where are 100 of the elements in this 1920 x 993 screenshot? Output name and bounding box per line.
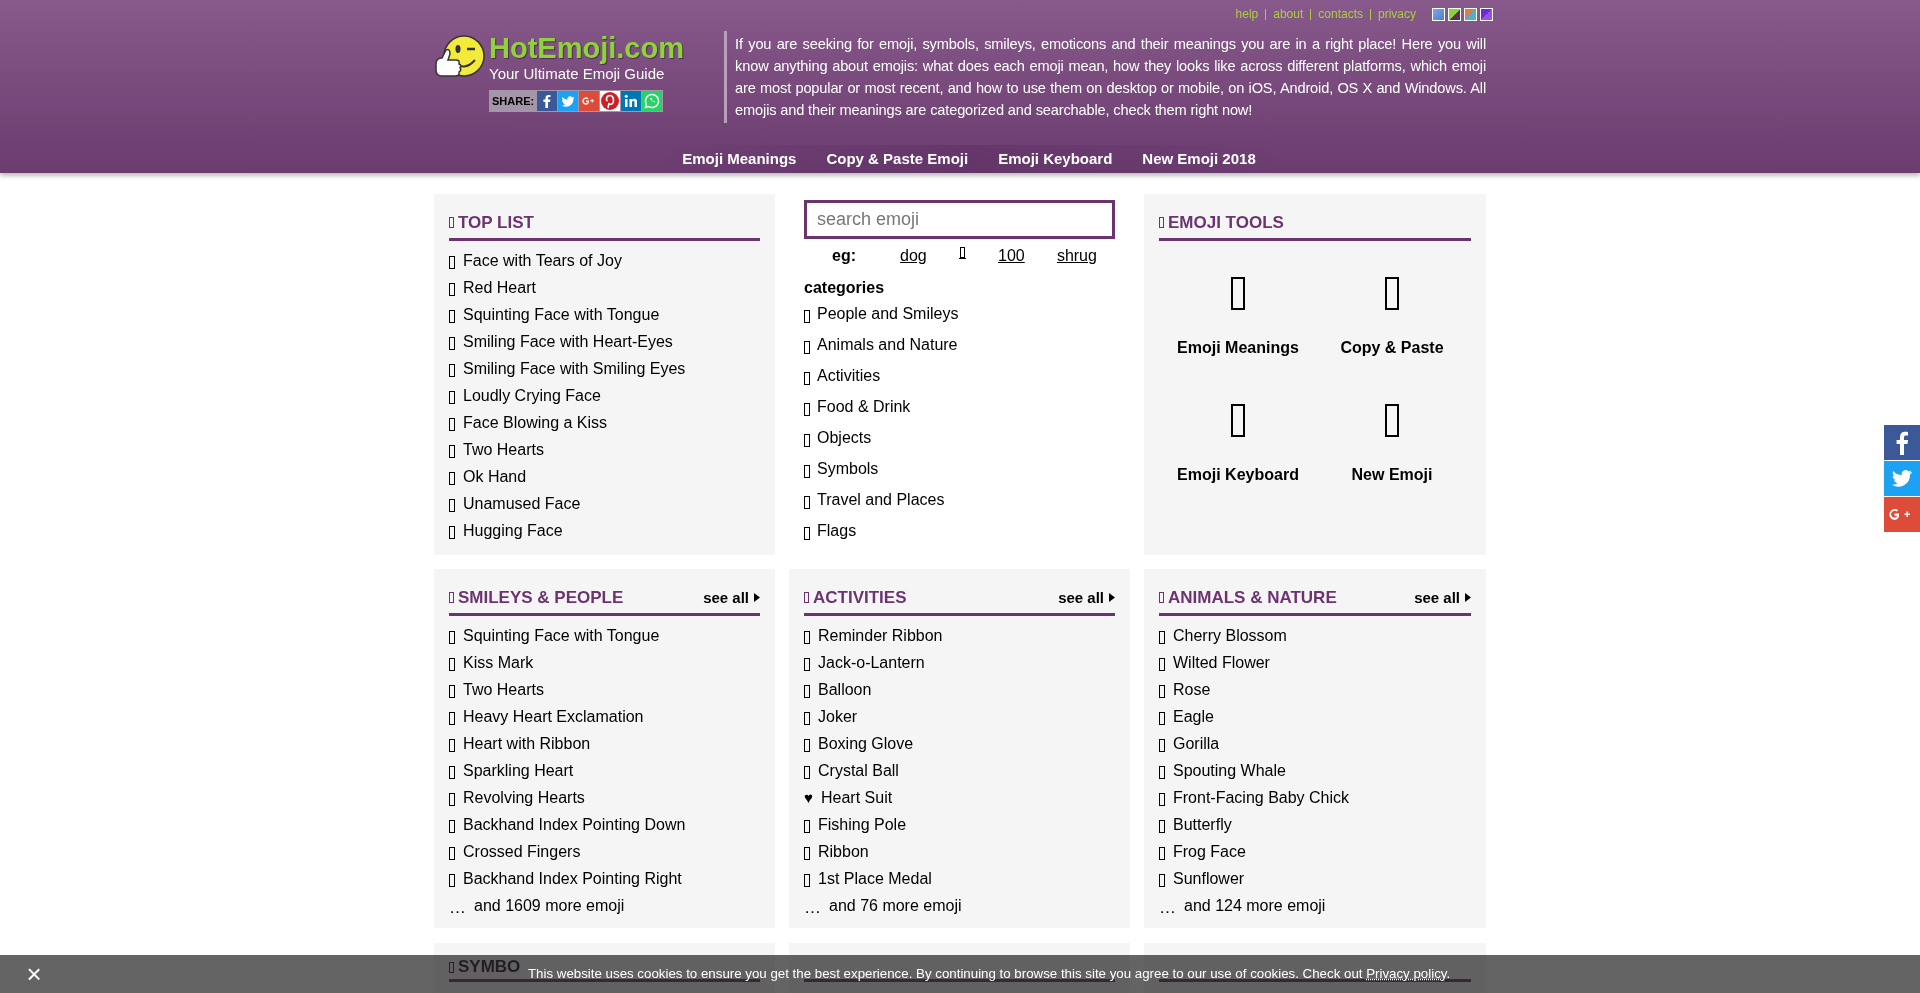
category-link[interactable]: Objects	[817, 426, 872, 450]
category-link[interactable]: People and Smileys	[817, 302, 959, 326]
nav-link[interactable]: Emoji Keyboard	[998, 147, 1113, 171]
emoji-link[interactable]: Heart with Ribbon	[463, 732, 591, 756]
emoji-link[interactable]: Backhand Index Pointing Right	[463, 867, 682, 891]
see-all-link[interactable]: see all	[1058, 586, 1115, 609]
emoji-link[interactable]: Crystal Ball	[818, 759, 899, 783]
facebook-icon[interactable]	[537, 91, 558, 111]
emoji-link[interactable]: Ribbon	[818, 840, 869, 864]
emoji-link[interactable]: Hugging Face	[463, 519, 563, 543]
emoji-link[interactable]: Fishing Pole	[818, 813, 907, 837]
emoji-link[interactable]: Rose	[1173, 678, 1211, 702]
emoji-link[interactable]: Front-Facing Baby Chick	[1173, 786, 1350, 810]
caret-icon	[1465, 593, 1471, 603]
category-link[interactable]: Animals and Nature	[817, 333, 958, 357]
emoji-link[interactable]: Kiss Mark	[463, 651, 534, 675]
missing-glyph-icon	[449, 592, 454, 604]
missing-glyph-icon	[804, 433, 810, 447]
twitter-share-icon[interactable]	[1884, 461, 1920, 496]
theme-button[interactable]	[1448, 7, 1461, 21]
missing-glyph-icon	[1159, 217, 1164, 229]
example-link[interactable]: 100	[998, 244, 1025, 268]
emoji-link[interactable]: Joker	[818, 705, 858, 729]
tool-link[interactable]: New Emoji	[1315, 403, 1469, 487]
emoji-link[interactable]: Crossed Fingers	[463, 840, 581, 864]
missing-glyph-icon	[804, 820, 810, 833]
missing-glyph-icon	[1159, 874, 1165, 887]
categories-heading: categories	[804, 278, 886, 298]
google-plus-share-icon[interactable]	[1884, 497, 1920, 532]
heart-suit-symbol: ♥	[804, 787, 811, 808]
category-link[interactable]: Symbols	[817, 457, 879, 481]
nav-link[interactable]: New Emoji 2018	[1142, 147, 1256, 171]
emoji-link[interactable]: Balloon	[818, 678, 872, 702]
missing-glyph-icon	[804, 847, 810, 860]
emoji-link[interactable]: Smiling Face with Heart-Eyes	[463, 330, 673, 354]
emoji-link[interactable]: Two Hearts	[463, 678, 544, 702]
emoji-link[interactable]: Reminder Ribbon	[818, 624, 943, 648]
emoji-link[interactable]: Squinting Face with Tongue	[463, 624, 660, 648]
whatsapp-icon[interactable]	[642, 91, 663, 111]
more-emoji-link[interactable]: and 124 more emoji	[1184, 894, 1326, 918]
more-emoji-link[interactable]: and 76 more emoji	[829, 894, 962, 918]
missing-glyph-icon	[1159, 631, 1165, 644]
emoji-link[interactable]: Face Blowing a Kiss	[463, 411, 608, 435]
emoji-link[interactable]: Squinting Face with Tongue	[463, 303, 660, 327]
close-button[interactable]: ×	[22, 960, 46, 988]
emoji-link[interactable]: Unamused Face	[463, 492, 581, 516]
emoji-link[interactable]: Smiling Face with Smiling Eyes	[463, 357, 686, 381]
emoji-link[interactable]: Butterfly	[1173, 813, 1232, 837]
theme-button[interactable]	[1480, 7, 1493, 21]
facebook-share-icon[interactable]	[1884, 425, 1920, 460]
google-plus-icon[interactable]	[579, 91, 600, 111]
emoji-link[interactable]: Eagle	[1173, 705, 1214, 729]
nav-link[interactable]: Copy & Paste Emoji	[826, 147, 969, 171]
missing-glyph-icon	[449, 445, 455, 458]
missing-glyph-icon	[449, 793, 455, 806]
pinterest-icon[interactable]	[600, 91, 621, 111]
emoji-link[interactable]: Gorilla	[1173, 732, 1220, 756]
emoji-link[interactable]: Sunflower	[1173, 867, 1245, 891]
see-all-link[interactable]: see all	[1414, 586, 1471, 609]
emoji-link[interactable]: Heart Suit	[821, 786, 893, 810]
examples-label: eg:	[831, 246, 857, 266]
emoji-link[interactable]: Boxing Glove	[818, 732, 914, 756]
emoji-link[interactable]: Cherry Blossom	[1173, 624, 1287, 648]
example-link[interactable]: shrug	[1056, 244, 1097, 268]
nav-link[interactable]: Emoji Meanings	[682, 147, 797, 171]
emoji-link[interactable]: Sparkling Heart	[463, 759, 574, 783]
emoji-link[interactable]: Backhand Index Pointing Down	[463, 813, 686, 837]
missing-glyph-icon	[1159, 592, 1164, 604]
emoji-link[interactable]: Wilted Flower	[1173, 651, 1270, 675]
example-link[interactable]: dog	[900, 244, 927, 268]
theme-button[interactable]	[1464, 7, 1477, 21]
twitter-icon[interactable]	[558, 91, 579, 111]
see-all-link[interactable]: see all	[703, 586, 760, 609]
missing-glyph-icon	[449, 526, 455, 539]
category-link[interactable]: Activities	[817, 364, 881, 388]
category-link[interactable]: Travel and Places	[817, 488, 945, 512]
linkedin-icon[interactable]	[621, 91, 642, 111]
missing-glyph-icon	[449, 739, 455, 752]
ellipsis-mark: …	[804, 897, 821, 920]
emoji-link[interactable]: Heavy Heart Exclamation	[463, 705, 644, 729]
emoji-link[interactable]: Red Heart	[463, 276, 536, 300]
category-link[interactable]: Flags	[817, 519, 857, 543]
emoji-link[interactable]: Jack-o-Lantern	[818, 651, 925, 675]
tool-link[interactable]: Emoji Meanings	[1161, 276, 1315, 360]
theme-button[interactable]	[1432, 7, 1445, 21]
tool-link[interactable]: Emoji Keyboard	[1161, 403, 1315, 487]
emoji-link[interactable]: Spouting Whale	[1173, 759, 1286, 783]
emoji-link[interactable]: Face with Tears of Joy	[463, 249, 622, 273]
emoji-link[interactable]: Two Hearts	[463, 438, 544, 462]
missing-glyph-icon	[1159, 739, 1165, 752]
missing-glyph-icon	[449, 658, 455, 671]
category-link[interactable]: Food & Drink	[817, 395, 911, 419]
more-emoji-link[interactable]: and 1609 more emoji	[474, 894, 625, 918]
emoji-link[interactable]: Revolving Hearts	[463, 786, 585, 810]
emoji-link[interactable]: Frog Face	[1173, 840, 1246, 864]
search-field[interactable]: search emoji	[804, 200, 1115, 239]
emoji-link[interactable]: Loudly Crying Face	[463, 384, 601, 408]
emoji-link[interactable]: 1st Place Medal	[818, 867, 932, 891]
tool-link[interactable]: Copy & Paste	[1315, 276, 1469, 360]
emoji-link[interactable]: Ok Hand	[463, 465, 527, 489]
